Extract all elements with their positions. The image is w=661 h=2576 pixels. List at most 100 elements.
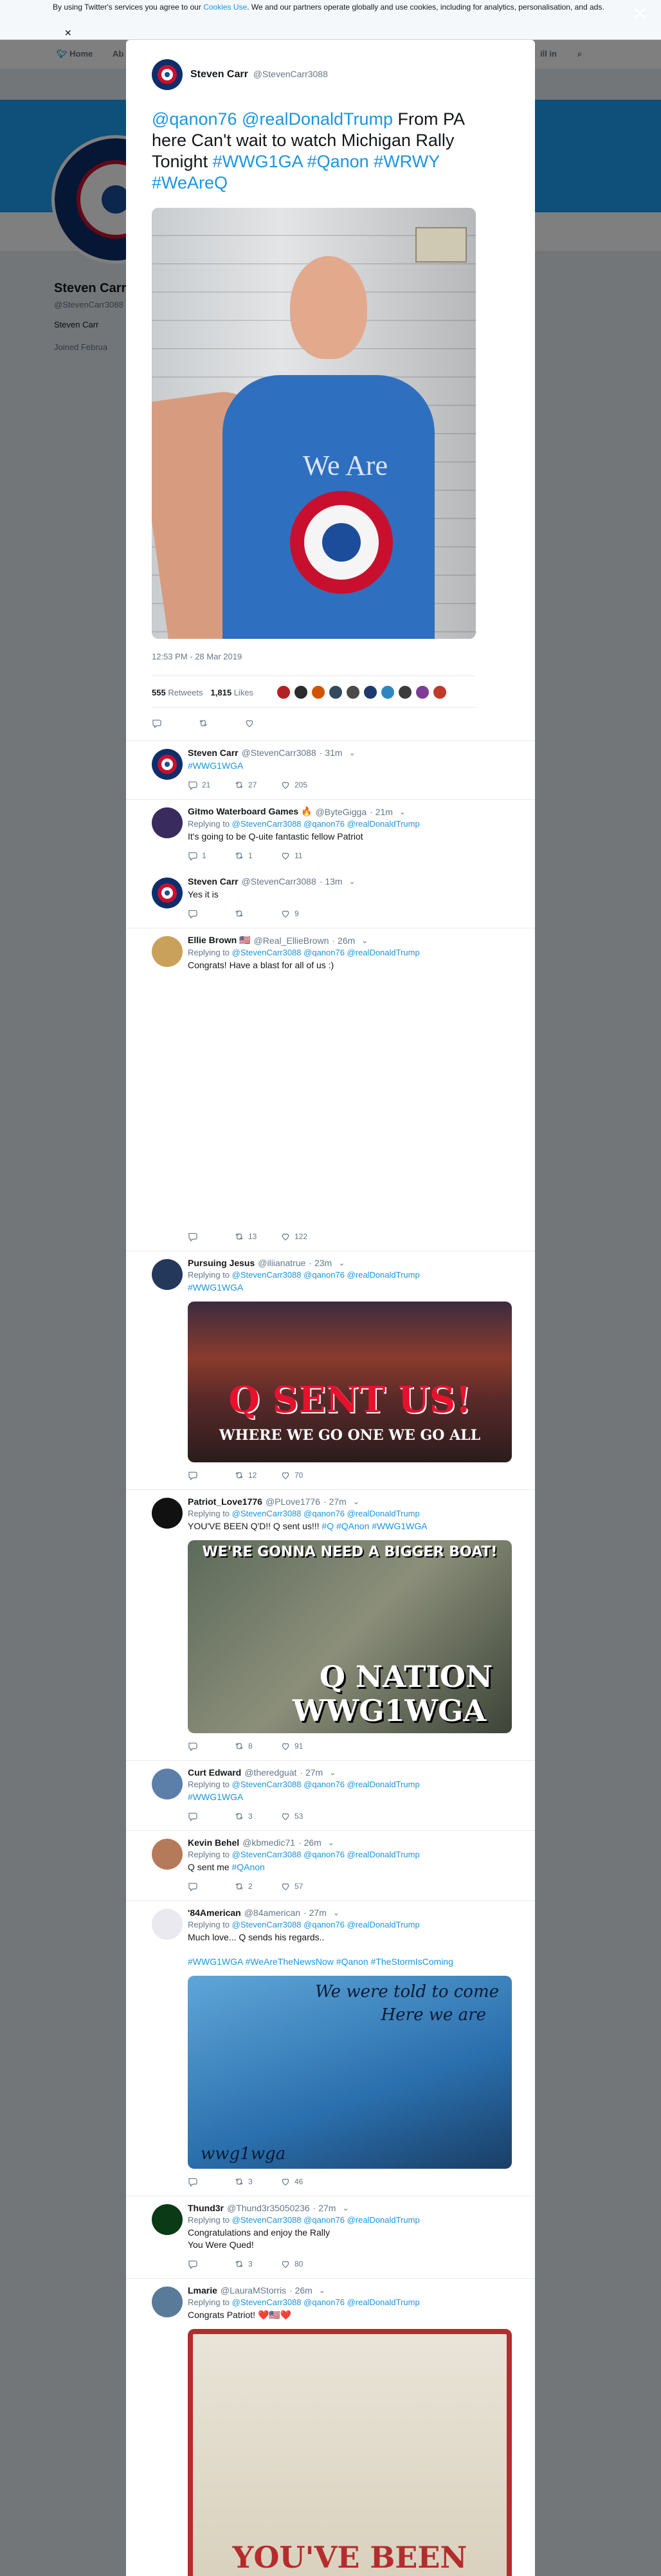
retweet-button[interactable]: 1: [234, 851, 280, 861]
like-button[interactable]: 80: [280, 2259, 327, 2269]
reply-hashtag[interactable]: #WWG1WGA: [188, 1282, 243, 1293]
reply-author-name[interactable]: Steven Carr: [188, 876, 239, 887]
retweet-button[interactable]: [198, 718, 244, 728]
liker-avatar[interactable]: [329, 685, 343, 699]
main-tweet-name[interactable]: Steven Carr: [190, 69, 248, 80]
liker-avatar[interactable]: [311, 685, 326, 699]
chevron-down-icon[interactable]: ⌄: [319, 2286, 325, 2295]
avatar[interactable]: [152, 1839, 183, 1870]
reply-media[interactable]: WE'RE GONNA NEED A BIGGER BOAT! Q NATION W…: [188, 1540, 512, 1733]
reply-author-handle[interactable]: @84american: [244, 1908, 300, 1918]
reply-author-handle[interactable]: @Thund3r35050236: [227, 2203, 310, 2213]
retweet-button[interactable]: 27: [234, 780, 280, 790]
reply-tweet[interactable]: Steven Carr @StevenCarr3088 · 31m ⌄ #WWG1WGA…: [126, 741, 535, 800]
reply-author-handle[interactable]: @PLove1776: [266, 1496, 320, 1507]
reply-author-name[interactable]: '84American: [188, 1908, 241, 1918]
reply-button[interactable]: [188, 1881, 234, 1891]
reply-tweet[interactable]: Pursuing Jesus @iliianatrue · 23m ⌄ Replying…: [126, 1251, 535, 1490]
chevron-down-icon[interactable]: ⌄: [349, 748, 356, 757]
reply-hashtags[interactable]: #WWG1WGA #WeAreTheNewsNow #Qanon #TheSto…: [188, 1956, 453, 1967]
reply-hashtags[interactable]: #Q #QAnon #WWG1WGA: [321, 1521, 427, 1531]
retweet-button[interactable]: 3: [234, 2259, 280, 2269]
likers-avatars[interactable]: [276, 685, 450, 699]
avatar[interactable]: [152, 807, 183, 838]
avatar[interactable]: [152, 878, 183, 908]
main-tweet-photo[interactable]: We Are: [152, 208, 476, 639]
chevron-down-icon[interactable]: ⌄: [353, 1497, 359, 1506]
reply-button[interactable]: 21: [188, 780, 234, 790]
reply-timestamp[interactable]: · 27m: [313, 2203, 336, 2213]
reply-button[interactable]: [188, 1741, 234, 1751]
like-button[interactable]: 9: [280, 908, 327, 919]
reply-media[interactable]: YOU'VE BEEN: [188, 2329, 512, 2576]
reply-timestamp[interactable]: · 26m: [298, 1837, 321, 1848]
reply-button[interactable]: [188, 1811, 234, 1821]
replying-to-mentions[interactable]: @StevenCarr3088 @qanon76 @realDonaldTrum…: [232, 2215, 420, 2225]
reply-hashtag[interactable]: #WWG1WGA: [188, 760, 243, 771]
avatar[interactable]: [152, 1769, 183, 1799]
chevron-down-icon[interactable]: ⌄: [338, 1258, 345, 1267]
replying-to-mentions[interactable]: @StevenCarr3088 @qanon76 @realDonaldTrum…: [232, 1920, 420, 1929]
reply-author-name[interactable]: Lmarie: [188, 2285, 217, 2295]
reply-author-handle[interactable]: @StevenCarr3088: [242, 876, 316, 887]
retweet-stat[interactable]: 555 Retweets: [152, 688, 203, 697]
chevron-down-icon[interactable]: ⌄: [333, 1908, 340, 1917]
main-tweet-handle[interactable]: @StevenCarr3088: [253, 69, 328, 79]
reply-timestamp[interactable]: · 27m: [300, 1767, 323, 1778]
like-button[interactable]: [244, 718, 291, 728]
reply-tweet[interactable]: Curt Edward @theredguat · 27m ⌄ Replying to …: [126, 1761, 535, 1831]
avatar[interactable]: [152, 749, 183, 780]
reply-author-handle[interactable]: @ByteGigga: [316, 807, 367, 817]
main-tweet-mentions[interactable]: @qanon76 @realDonaldTrump: [152, 109, 393, 129]
reply-author-name[interactable]: Kevin Behel: [188, 1837, 239, 1848]
reply-media[interactable]: We were told to come Here we are wwg1wga: [188, 1976, 512, 2169]
reply-author-name[interactable]: Patriot_Love1776: [188, 1496, 262, 1507]
replying-to-mentions[interactable]: @StevenCarr3088 @qanon76 @realDonaldTrum…: [232, 1270, 420, 1280]
like-button[interactable]: 205: [280, 780, 327, 790]
reply-timestamp[interactable]: · 31m: [320, 748, 343, 758]
liker-avatar[interactable]: [381, 685, 395, 699]
reply-tweet[interactable]: '84American @84american · 27m ⌄ Replying to …: [126, 1901, 535, 2196]
replying-to-mentions[interactable]: @StevenCarr3088 @qanon76 @realDonaldTrum…: [232, 2297, 420, 2307]
like-button[interactable]: 91: [280, 1741, 327, 1751]
reply-author-handle[interactable]: @LauraMStorris: [221, 2285, 286, 2295]
liker-avatar[interactable]: [346, 685, 361, 699]
reply-button[interactable]: [152, 718, 198, 728]
reply-author-handle[interactable]: @kbmedic71: [242, 1837, 295, 1848]
liker-avatar[interactable]: [276, 685, 291, 699]
avatar[interactable]: [152, 936, 183, 967]
reply-button[interactable]: [188, 1231, 234, 1242]
reply-author-name[interactable]: Curt Edward: [188, 1767, 241, 1778]
reply-author-handle[interactable]: @theredguat: [244, 1767, 296, 1778]
reply-timestamp[interactable]: · 23m: [309, 1258, 332, 1268]
chevron-down-icon[interactable]: ⌄: [349, 877, 356, 886]
reply-timestamp[interactable]: · 27m: [303, 1908, 327, 1918]
reply-tweet[interactable]: Lmarie @LauraMStorris · 26m ⌄ Replying to @S…: [126, 2279, 535, 2576]
retweet-button[interactable]: 3: [234, 2176, 280, 2187]
avatar[interactable]: [152, 1498, 183, 1529]
retweet-button[interactable]: 13: [234, 1231, 280, 1242]
replying-to-mentions[interactable]: @StevenCarr3088 @qanon76 @realDonaldTrum…: [232, 819, 420, 829]
reply-tweet[interactable]: Steven Carr @StevenCarr3088 · 13m ⌄ Yes it i…: [126, 870, 535, 928]
reply-button[interactable]: [188, 2259, 234, 2269]
cookies-use-link[interactable]: Cookies Use: [203, 3, 247, 12]
reply-tweet[interactable]: Patriot_Love1776 @PLove1776 · 27m ⌄ Replying…: [126, 1490, 535, 1761]
reply-author-name[interactable]: Ellie Brown 🇺🇸: [188, 935, 251, 946]
reply-button[interactable]: 1: [188, 851, 234, 861]
replying-to-mentions[interactable]: @StevenCarr3088 @qanon76 @realDonaldTrum…: [232, 1780, 420, 1789]
reply-button[interactable]: [188, 1470, 234, 1480]
chevron-down-icon[interactable]: ⌄: [399, 807, 406, 816]
like-button[interactable]: 57: [280, 1881, 327, 1891]
reply-author-name[interactable]: Steven Carr: [188, 748, 239, 758]
reply-timestamp[interactable]: · 26m: [332, 935, 356, 946]
reply-tweet[interactable]: Kevin Behel @kbmedic71 · 26m ⌄ Replying to @…: [126, 1831, 535, 1901]
liker-avatar[interactable]: [433, 685, 448, 699]
reply-timestamp[interactable]: · 26m: [289, 2285, 312, 2295]
reply-author-handle[interactable]: @iliianatrue: [258, 1258, 305, 1268]
like-button[interactable]: 122: [280, 1231, 327, 1242]
reply-tweet[interactable]: Gitmo Waterboard Games 🔥 @ByteGigga · 21m ⌄…: [126, 800, 535, 870]
reply-author-handle[interactable]: @StevenCarr3088: [242, 748, 316, 758]
like-button[interactable]: 70: [280, 1470, 327, 1480]
liker-avatar[interactable]: [398, 685, 413, 699]
replying-to-mentions[interactable]: @StevenCarr3088 @qanon76 @realDonaldTrum…: [232, 1509, 420, 1518]
